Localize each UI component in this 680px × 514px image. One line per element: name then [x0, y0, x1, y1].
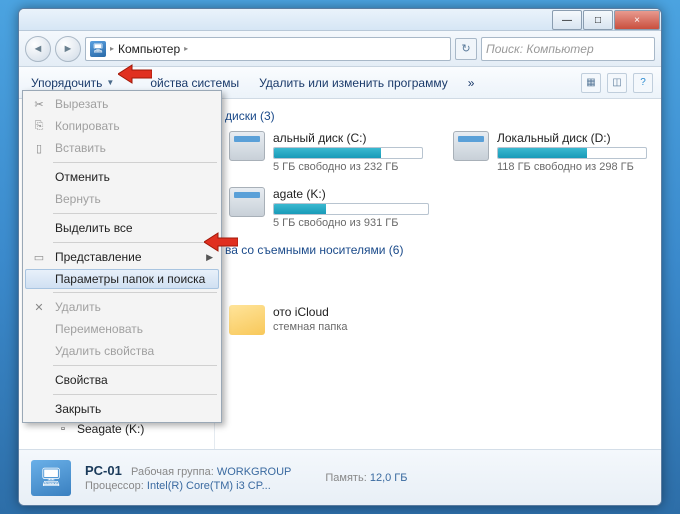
menu-copy[interactable]: ⎘Копировать — [25, 115, 219, 137]
computer-icon: 🖥 — [90, 41, 106, 57]
drive-usage-bar — [273, 147, 423, 159]
breadcrumb-sep-icon: ▸ — [184, 44, 188, 53]
maximize-button[interactable]: □ — [583, 10, 613, 30]
menu-layout[interactable]: ▭Представление▶ — [25, 246, 219, 268]
minimize-button[interactable]: — — [552, 10, 582, 30]
section-header-hdd[interactable]: диски (3) — [225, 109, 647, 123]
hdd-icon — [229, 131, 265, 161]
drive-item-c[interactable]: альный диск (C:) 5 ГБ свободно из 232 ГБ — [229, 131, 423, 173]
menu-separator — [53, 242, 217, 243]
annotation-arrow — [204, 231, 238, 253]
chevron-down-icon: ▼ — [106, 78, 114, 87]
annotation-arrow — [118, 63, 152, 85]
details-pane: 🖥 PC-01 Рабочая группа: WORKGROUP Процес… — [19, 449, 661, 505]
paste-icon: ▯ — [31, 140, 47, 156]
search-input[interactable]: Поиск: Компьютер — [481, 37, 655, 61]
computer-icon: 🖥 — [31, 460, 71, 496]
drive-usage-bar — [273, 203, 429, 215]
drive-free-space: 5 ГБ свободно из 232 ГБ — [273, 161, 423, 173]
folder-item-icloud[interactable]: ото iCloud стемная папка — [229, 305, 429, 335]
drive-free-space: 118 ГБ свободно из 298 ГБ — [497, 161, 647, 173]
menu-delete[interactable]: ✕Удалить — [25, 296, 219, 318]
menu-separator — [53, 162, 217, 163]
menu-rename[interactable]: Переименовать — [25, 318, 219, 340]
sidebar-item-label: Seagate (K:) — [77, 422, 144, 436]
toolbar-right: ▦ ◫ ? — [581, 73, 653, 93]
close-button[interactable]: × — [614, 10, 660, 30]
folder-name: ото iCloud — [273, 305, 429, 319]
menu-folder-options[interactable]: Параметры папок и поиска — [25, 269, 219, 289]
refresh-button[interactable]: ↻ — [455, 38, 477, 60]
memory-label: Память: — [325, 472, 366, 484]
drive-icon: ▫ — [55, 421, 71, 437]
drive-name: альный диск (C:) — [273, 131, 423, 145]
breadcrumb-sep-icon: ▸ — [110, 44, 114, 53]
drive-item-d[interactable]: Локальный диск (D:) 118 ГБ свободно из 2… — [453, 131, 647, 173]
view-mode-button[interactable]: ▦ — [581, 73, 601, 93]
toolbar-overflow-button[interactable]: » — [464, 74, 479, 92]
drive-name: Локальный диск (D:) — [497, 131, 647, 145]
layout-icon: ▭ — [31, 249, 47, 265]
menu-separator — [53, 365, 217, 366]
help-button[interactable]: ? — [633, 73, 653, 93]
menu-separator — [53, 292, 217, 293]
titlebar: — □ × — [19, 9, 661, 31]
forward-button[interactable]: ► — [55, 36, 81, 62]
scissors-icon: ✂ — [31, 96, 47, 112]
folder-icon — [229, 305, 265, 335]
menu-separator — [53, 213, 217, 214]
menu-undo[interactable]: Отменить — [25, 166, 219, 188]
menu-redo[interactable]: Вернуть — [25, 188, 219, 210]
menu-cut[interactable]: ✂Вырезать — [25, 93, 219, 115]
menu-properties[interactable]: Свойства — [25, 369, 219, 391]
preview-pane-button[interactable]: ◫ — [607, 73, 627, 93]
delete-icon: ✕ — [31, 299, 47, 315]
drive-free-space: 5 ГБ свободно из 931 ГБ — [273, 217, 429, 229]
navbar: ◄ ► 🖥 ▸ Компьютер ▸ ↻ Поиск: Компьютер — [19, 31, 661, 67]
uninstall-change-button[interactable]: Удалить или изменить программу — [255, 74, 452, 92]
drive-usage-bar — [497, 147, 647, 159]
menu-close[interactable]: Закрыть — [25, 398, 219, 420]
organize-menu: ✂Вырезать ⎘Копировать ▯Вставить Отменить… — [22, 90, 222, 423]
system-properties-button[interactable]: ойства системы — [146, 74, 243, 92]
drive-item-k[interactable]: agate (K:) 5 ГБ свободно из 931 ГБ — [229, 187, 429, 229]
cpu-value: Intel(R) Core(TM) i3 CP... — [147, 480, 271, 492]
cpu-label: Процессор: — [85, 480, 144, 492]
address-bar[interactable]: 🖥 ▸ Компьютер ▸ — [85, 37, 451, 61]
search-placeholder: Поиск: Компьютер — [486, 42, 594, 56]
main-pane: диски (3) альный диск (C:) 5 ГБ свободно… — [215, 99, 661, 449]
workgroup-value: WORKGROUP — [217, 466, 292, 478]
menu-select-all[interactable]: Выделить все — [25, 217, 219, 239]
submenu-arrow-icon: ▶ — [206, 252, 213, 263]
section-header-removable[interactable]: ва со съемными носителями (6) — [225, 243, 647, 257]
copy-icon: ⎘ — [31, 118, 47, 134]
breadcrumb-item[interactable]: Компьютер — [118, 42, 180, 56]
hdd-icon — [453, 131, 489, 161]
menu-separator — [53, 394, 217, 395]
workgroup-label: Рабочая группа: — [131, 466, 214, 478]
back-button[interactable]: ◄ — [25, 36, 51, 62]
folder-type: стемная папка — [273, 321, 429, 333]
menu-paste[interactable]: ▯Вставить — [25, 137, 219, 159]
organize-label: Упорядочить — [31, 76, 102, 90]
computer-name: PC-01 — [85, 463, 122, 478]
drive-name: agate (K:) — [273, 187, 429, 201]
memory-value: 12,0 ГБ — [370, 472, 408, 484]
hdd-icon — [229, 187, 265, 217]
menu-remove-properties[interactable]: Удалить свойства — [25, 340, 219, 362]
organize-button[interactable]: Упорядочить ▼ — [27, 74, 118, 92]
